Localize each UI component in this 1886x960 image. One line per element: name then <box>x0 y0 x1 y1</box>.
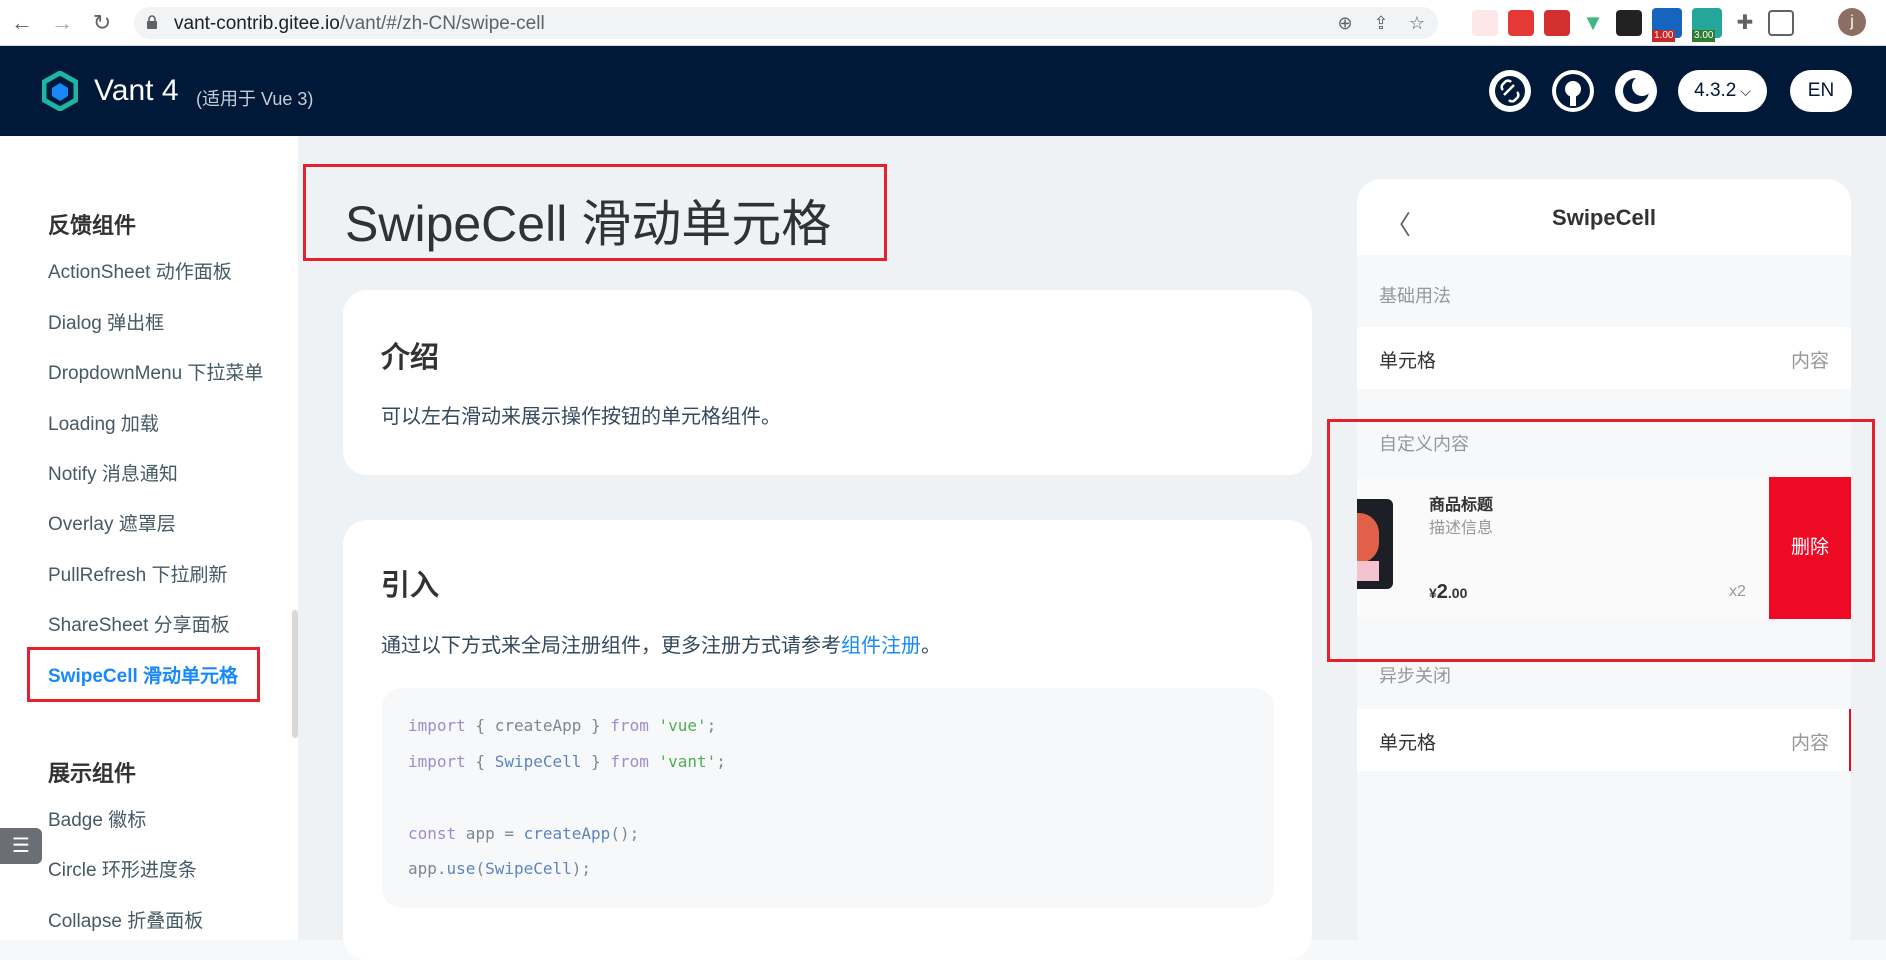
section-heading: 介绍 <box>381 342 440 374</box>
code-line: app.use(SwipeCell); <box>408 859 592 878</box>
sidebar-item[interactable]: Notify 消息通知 <box>48 459 178 486</box>
demo-section-title: 基础用法 <box>1379 286 1451 306</box>
phone-nav-title: SwipeCell <box>1552 205 1656 230</box>
page-title: SwipeCell 滑动单元格 <box>345 196 832 252</box>
site-header: Vant 4 (适用于 Vue 3) 4.3.2 ⌵ EN <box>0 46 1886 136</box>
sidebar-item[interactable]: ActionSheet 动作面板 <box>48 257 232 284</box>
extension-badge: 1.00 <box>1652 30 1676 42</box>
demo-section-title: 异步关闭 <box>1379 666 1451 686</box>
sidebar-icon[interactable] <box>1768 10 1794 36</box>
extension-icon[interactable] <box>1616 10 1642 36</box>
avatar[interactable]: j <box>1838 8 1866 36</box>
version-select[interactable]: 4.3.2 ⌵ <box>1678 70 1767 112</box>
sidebar-item[interactable]: Badge 徽标 <box>48 805 146 832</box>
extensions-icon[interactable]: ✚ <box>1732 10 1758 36</box>
brand-name[interactable]: Vant 4 <box>94 74 179 108</box>
intro-text: 可以左右滑动来展示操作按钮的单元格组件。 <box>381 406 781 428</box>
import-text-before: 通过以下方式来全局注册组件，更多注册方式请参考 <box>381 635 841 657</box>
extension-icon[interactable] <box>1472 10 1498 36</box>
cell-value: 内容 <box>1790 733 1829 754</box>
forward-icon[interactable]: → <box>48 10 76 38</box>
address-bar[interactable]: vant-contrib.gitee.io/vant/#/zh-CN/swipe… <box>134 7 1438 39</box>
sidebar-item[interactable]: Overlay 遮罩层 <box>48 509 176 536</box>
sidebar-item[interactable]: Loading 加载 <box>48 409 159 436</box>
section-heading: 引入 <box>381 570 440 602</box>
sidebar-item[interactable]: DropdownMenu 下拉菜单 <box>48 358 263 385</box>
back-icon[interactable]: ← <box>8 10 36 38</box>
zoom-icon[interactable]: ⊕ <box>1334 12 1356 34</box>
extension-icon[interactable]: 1.00 <box>1652 8 1682 42</box>
code-line: import { createApp } from 'vue'; <box>408 716 717 735</box>
language-switch[interactable]: EN <box>1790 70 1852 112</box>
component-register-link[interactable]: 组件注册 <box>841 635 921 657</box>
extension-badge: 3.00 <box>1692 30 1716 42</box>
sidebar-group-title: 展示组件 <box>48 761 137 786</box>
dark-mode-icon[interactable] <box>1615 70 1657 112</box>
code-block: import { createApp } from 'vue'; import … <box>382 688 1274 908</box>
vue-devtools-icon[interactable]: ▼ <box>1580 10 1606 36</box>
lock-icon[interactable] <box>146 15 158 29</box>
intro-card: 介绍 可以左右滑动来展示操作按钮的单元格组件。 <box>343 290 1312 475</box>
highlight-box <box>1327 419 1875 662</box>
highlight-box <box>27 647 260 702</box>
sidebar-item[interactable]: Collapse 折叠面板 <box>48 906 203 933</box>
star-icon[interactable]: ☆ <box>1406 12 1428 34</box>
github-icon[interactable] <box>1552 70 1594 112</box>
url-text[interactable]: vant-contrib.gitee.io/vant/#/zh-CN/swipe… <box>174 13 545 35</box>
browser-toolbar: ← → ↻ vant-contrib.gitee.io/vant/#/zh-CN… <box>0 0 1886 46</box>
extension-icon[interactable] <box>1544 10 1570 36</box>
reload-icon[interactable]: ↻ <box>88 10 116 38</box>
share-icon[interactable]: ⇪ <box>1370 12 1392 34</box>
sidebar-group-title: 反馈组件 <box>48 213 137 238</box>
phone-nav-bar: 〈 SwipeCell <box>1357 179 1851 255</box>
sidebar-item[interactable]: PullRefresh 下拉刷新 <box>48 560 228 587</box>
sidebar-item[interactable]: Dialog 弹出框 <box>48 308 164 335</box>
brand-subtitle: (适用于 Vue 3) <box>196 89 314 109</box>
cell-title: 单元格 <box>1379 733 1437 754</box>
swipe-cell[interactable]: 单元格 内容 <box>1357 709 1851 771</box>
swipe-edge-indicator <box>1849 709 1851 771</box>
sidebar-item[interactable]: ShareSheet 分享面板 <box>48 610 230 637</box>
sidebar-item[interactable]: Circle 环形进度条 <box>48 855 197 882</box>
chevron-down-icon: ⌵ <box>1736 83 1751 99</box>
extension-icon[interactable]: 3.00 <box>1692 8 1722 42</box>
sidebar-nav: 反馈组件 ActionSheet 动作面板 Dialog 弹出框 Dropdow… <box>0 136 298 940</box>
code-line: import { SwipeCell } from 'vant'; <box>408 752 726 771</box>
cell-value: 内容 <box>1790 351 1829 372</box>
cell-title: 单元格 <box>1379 351 1437 372</box>
link-icon[interactable] <box>1489 70 1531 112</box>
swipe-cell[interactable]: 单元格 内容 <box>1357 327 1851 389</box>
import-text: 通过以下方式来全局注册组件，更多注册方式请参考组件注册。 <box>381 629 941 658</box>
version-label: 4.3.2 <box>1694 80 1737 101</box>
vant-logo-icon[interactable] <box>42 71 78 111</box>
code-line: const app = createApp(); <box>408 824 640 843</box>
extension-icon[interactable] <box>1508 10 1534 36</box>
import-text-after: 。 <box>921 635 941 657</box>
list-icon[interactable]: ☰ <box>0 828 42 864</box>
